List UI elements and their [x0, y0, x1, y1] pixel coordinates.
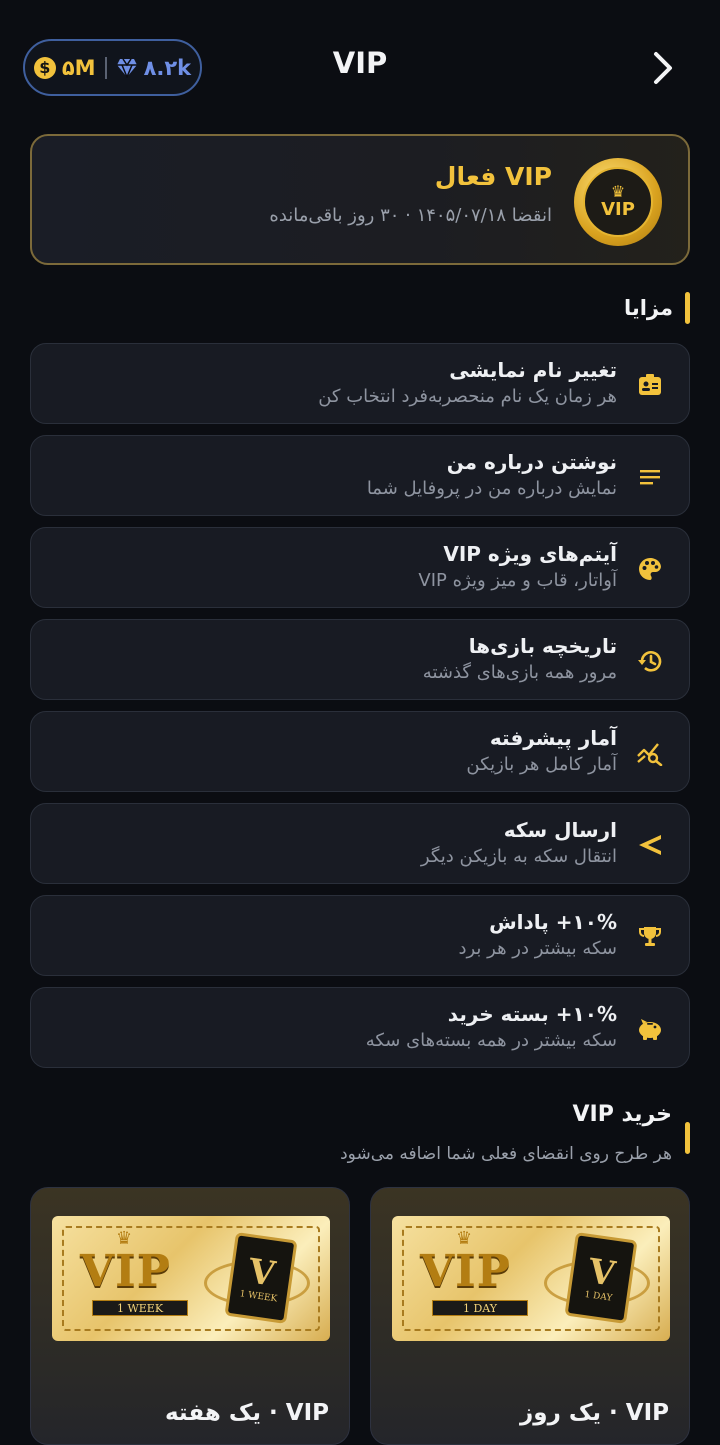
feature-title: نوشتن درباره من	[446, 450, 617, 474]
ticket-duration-label: 1 DAY	[432, 1300, 528, 1316]
badge-inner: ♛ VIP	[583, 167, 653, 237]
feature-item[interactable]: ارسال سکه انتقال سکه به بازیکن دیگر	[30, 803, 690, 884]
feature-text: تاریخچه بازی‌ها مرور همه بازی‌های گذشته	[423, 634, 617, 683]
membership-status: VIP فعال	[434, 162, 552, 191]
feature-subtitle: سکه بیشتر در هر برد	[458, 938, 617, 959]
feature-item[interactable]: تاریخچه بازی‌ها مرور همه بازی‌های گذشته	[30, 619, 690, 700]
heading-accent-bar	[685, 1122, 690, 1154]
feature-item[interactable]: آمار پیشرفته آمار کامل هر بازیکن	[30, 711, 690, 792]
plan-name: VIP · یک هفته	[164, 1400, 329, 1426]
header: $ ۵M ۸.۲k VIP	[0, 0, 720, 135]
benefits-title: مزایا	[623, 296, 673, 320]
buy-vip-subtitle: هر طرح روی انقضای فعلی شما اضافه می‌شود	[340, 1144, 672, 1164]
buy-vip-title: خرید VIP	[572, 1102, 672, 1127]
history-icon	[635, 646, 665, 676]
vip-membership-badge: ♛ VIP	[574, 158, 662, 246]
text-lines-icon	[635, 462, 665, 492]
feature-item[interactable]: تغییر نام نمایشی هر زمان یک نام منحصربه‌…	[30, 343, 690, 424]
palette-icon	[635, 554, 665, 584]
id-badge-icon	[635, 370, 665, 400]
feature-title: آمار پیشرفته	[489, 726, 617, 750]
feature-text: تغییر نام نمایشی هر زمان یک نام منحصربه‌…	[318, 358, 617, 407]
ticket-card: V 1 DAY	[564, 1232, 638, 1324]
crown-icon: ♛	[610, 182, 626, 201]
feature-text: ۱۰%+ بسته خرید سکه بیشتر در همه بسته‌های…	[366, 1002, 617, 1051]
feature-subtitle: انتقال سکه به بازیکن دیگر	[420, 846, 617, 867]
feature-title: ارسال سکه	[503, 818, 617, 842]
analytics-icon	[635, 738, 665, 768]
plan-card-one-week[interactable]: ♛ VIP 1 WEEK V 1 WEEK VIP · یک هفته	[30, 1187, 350, 1445]
feature-subtitle: هر زمان یک نام منحصربه‌فرد انتخاب کن	[318, 386, 617, 407]
membership-card: ♛ VIP VIP فعال انقضا ۱۴۰۵/۰۷/۱۸ · ۳۰ روز…	[30, 134, 690, 265]
membership-info: VIP فعال انقضا ۱۴۰۵/۰۷/۱۸ · ۳۰ روز باقی‌…	[269, 162, 552, 226]
ticket-vip-text: VIP	[80, 1246, 171, 1297]
membership-expiry: انقضا ۱۴۰۵/۰۷/۱۸ · ۳۰ روز باقی‌مانده	[269, 205, 552, 226]
piggy-bank-icon	[635, 1014, 665, 1044]
feature-item[interactable]: ۱۰%+ پاداش سکه بیشتر در هر برد	[30, 895, 690, 976]
badge-text: VIP	[601, 199, 635, 220]
page-title: VIP	[332, 46, 388, 80]
ticket-vip-text: VIP	[420, 1246, 511, 1297]
vip-ticket-image: ♛ VIP 1 DAY V 1 DAY	[392, 1216, 670, 1341]
feature-title: تغییر نام نمایشی	[449, 358, 617, 382]
plan-card-one-day[interactable]: ♛ VIP 1 DAY V 1 DAY VIP · یک روز	[370, 1187, 690, 1445]
feature-item[interactable]: ۱۰%+ بسته خرید سکه بیشتر در همه بسته‌های…	[30, 987, 690, 1068]
ticket-card-letter: V	[245, 1251, 278, 1295]
ticket-card: V 1 WEEK	[224, 1232, 298, 1324]
ticket-card-letter: V	[585, 1251, 618, 1295]
benefits-heading: مزایا	[624, 292, 690, 324]
heading-accent-bar	[685, 292, 690, 324]
feature-subtitle: آمار کامل هر بازیکن	[466, 754, 617, 775]
plan-name: VIP · یک روز	[520, 1400, 669, 1426]
features-list: تغییر نام نمایشی هر زمان یک نام منحصربه‌…	[30, 343, 690, 1079]
feature-text: آمار پیشرفته آمار کامل هر بازیکن	[466, 726, 617, 775]
feature-subtitle: مرور همه بازی‌های گذشته	[422, 662, 617, 683]
feature-text: ۱۰%+ پاداش سکه بیشتر در هر برد	[458, 910, 617, 959]
feature-text: نوشتن درباره من نمایش درباره من در پروفا…	[367, 450, 617, 499]
feature-title: ۱۰%+ پاداش	[489, 910, 617, 934]
feature-subtitle: سکه بیشتر در همه بسته‌های سکه	[365, 1030, 617, 1051]
feature-item[interactable]: آیتم‌های ویژه VIP آواتار، قاب و میز ویژه…	[30, 527, 690, 608]
back-button[interactable]	[646, 48, 680, 88]
feature-title: ۱۰%+ بسته خرید	[447, 1002, 617, 1026]
feature-text: آیتم‌های ویژه VIP آواتار، قاب و میز ویژه…	[418, 542, 617, 591]
feature-subtitle: نمایش درباره من در پروفایل شما	[366, 478, 617, 499]
trophy-icon	[635, 922, 665, 952]
chevron-right-icon	[654, 52, 672, 84]
feature-item[interactable]: نوشتن درباره من نمایش درباره من در پروفا…	[30, 435, 690, 516]
ticket-duration-label: 1 WEEK	[92, 1300, 188, 1316]
feature-title: آیتم‌های ویژه VIP	[443, 542, 617, 566]
feature-subtitle: آواتار، قاب و میز ویژه VIP	[418, 570, 617, 591]
vip-page: $ ۵M ۸.۲k VIP ♛ VIP VIP فعال انقضا ۱۴۰۵/…	[0, 0, 720, 1445]
send-icon	[635, 830, 665, 860]
feature-title: تاریخچه بازی‌ها	[468, 634, 617, 658]
vip-ticket-image: ♛ VIP 1 WEEK V 1 WEEK	[52, 1216, 330, 1341]
feature-text: ارسال سکه انتقال سکه به بازیکن دیگر	[421, 818, 617, 867]
